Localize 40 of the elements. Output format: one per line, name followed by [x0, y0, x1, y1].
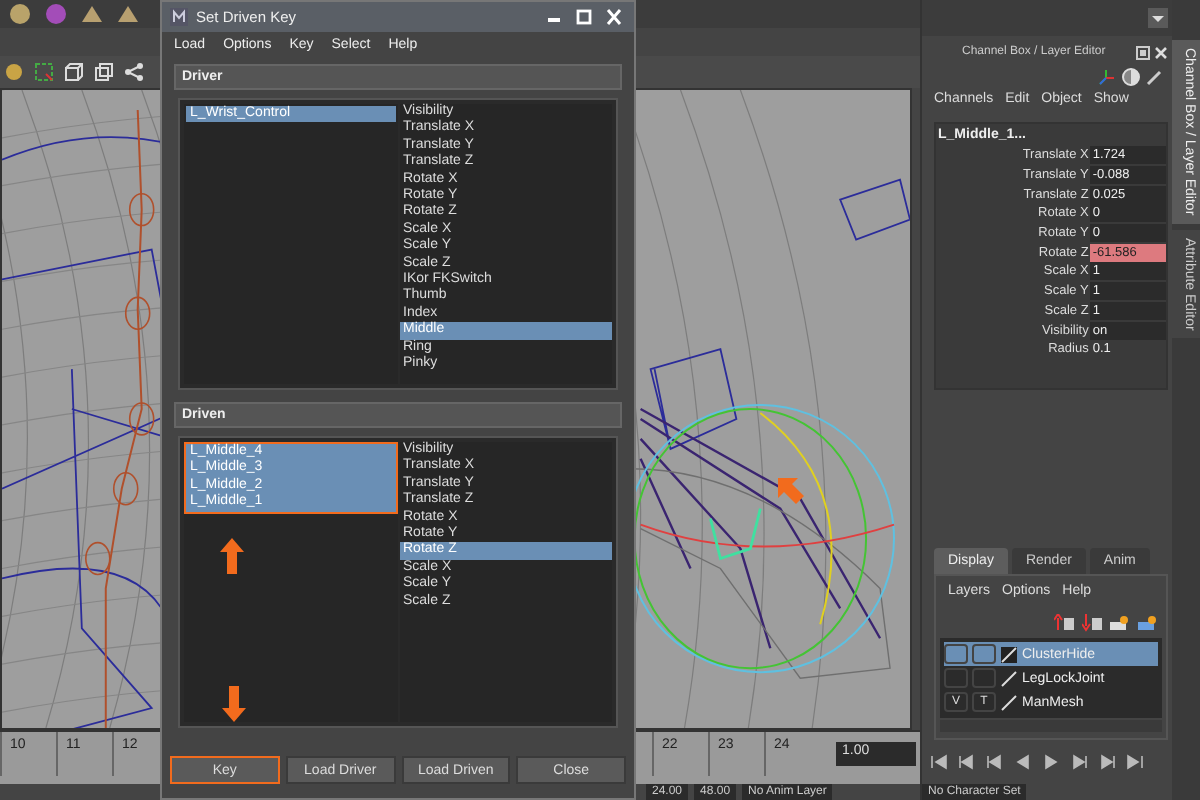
annotation-arrow [220, 538, 244, 574]
half-circle-icon[interactable] [1122, 68, 1140, 86]
new-layer-icon[interactable] [1110, 614, 1130, 632]
layer-up-icon[interactable] [1054, 614, 1074, 632]
sphere-icon[interactable] [4, 62, 24, 82]
visibility-toggle[interactable] [944, 644, 968, 664]
skip-start-icon[interactable] [930, 754, 948, 770]
select-icon[interactable] [34, 62, 54, 82]
dropdown-icon[interactable] [1148, 8, 1168, 28]
close-icon[interactable] [1154, 45, 1168, 59]
template-toggle[interactable] [972, 668, 996, 688]
pyramid-icon[interactable] [116, 2, 140, 26]
pencil-icon[interactable] [1146, 68, 1164, 86]
layer-down-icon[interactable] [1082, 614, 1102, 632]
axis-icon[interactable] [1098, 68, 1116, 86]
step-forward-icon[interactable] [1098, 754, 1116, 770]
play-back-icon[interactable] [1014, 754, 1032, 770]
app-icon [170, 8, 188, 26]
cube-icon[interactable] [94, 62, 114, 82]
skip-end-icon[interactable] [1126, 754, 1144, 770]
color-swatch-icon [1000, 669, 1018, 687]
template-toggle[interactable] [972, 644, 996, 664]
close-icon[interactable] [602, 8, 626, 26]
maximize-icon[interactable] [572, 8, 596, 26]
annotation-arrow [774, 474, 806, 506]
key-forward-icon[interactable] [1070, 754, 1088, 770]
sphere-icon[interactable] [8, 2, 32, 26]
color-swatch-icon [1000, 693, 1018, 711]
annotation-arrow [222, 686, 246, 722]
share-icon[interactable] [124, 62, 144, 82]
step-back-icon[interactable] [958, 754, 976, 770]
new-layer-selected-icon[interactable] [1138, 614, 1158, 632]
key-back-icon[interactable] [986, 754, 1004, 770]
pyramid-icon[interactable] [80, 2, 104, 26]
float-icon[interactable] [1136, 45, 1150, 59]
color-swatch-icon [1000, 645, 1018, 663]
play-icon[interactable] [1042, 754, 1060, 770]
scrollbar[interactable] [940, 720, 1162, 732]
visibility-toggle[interactable] [944, 668, 968, 688]
cube-icon[interactable] [64, 62, 84, 82]
